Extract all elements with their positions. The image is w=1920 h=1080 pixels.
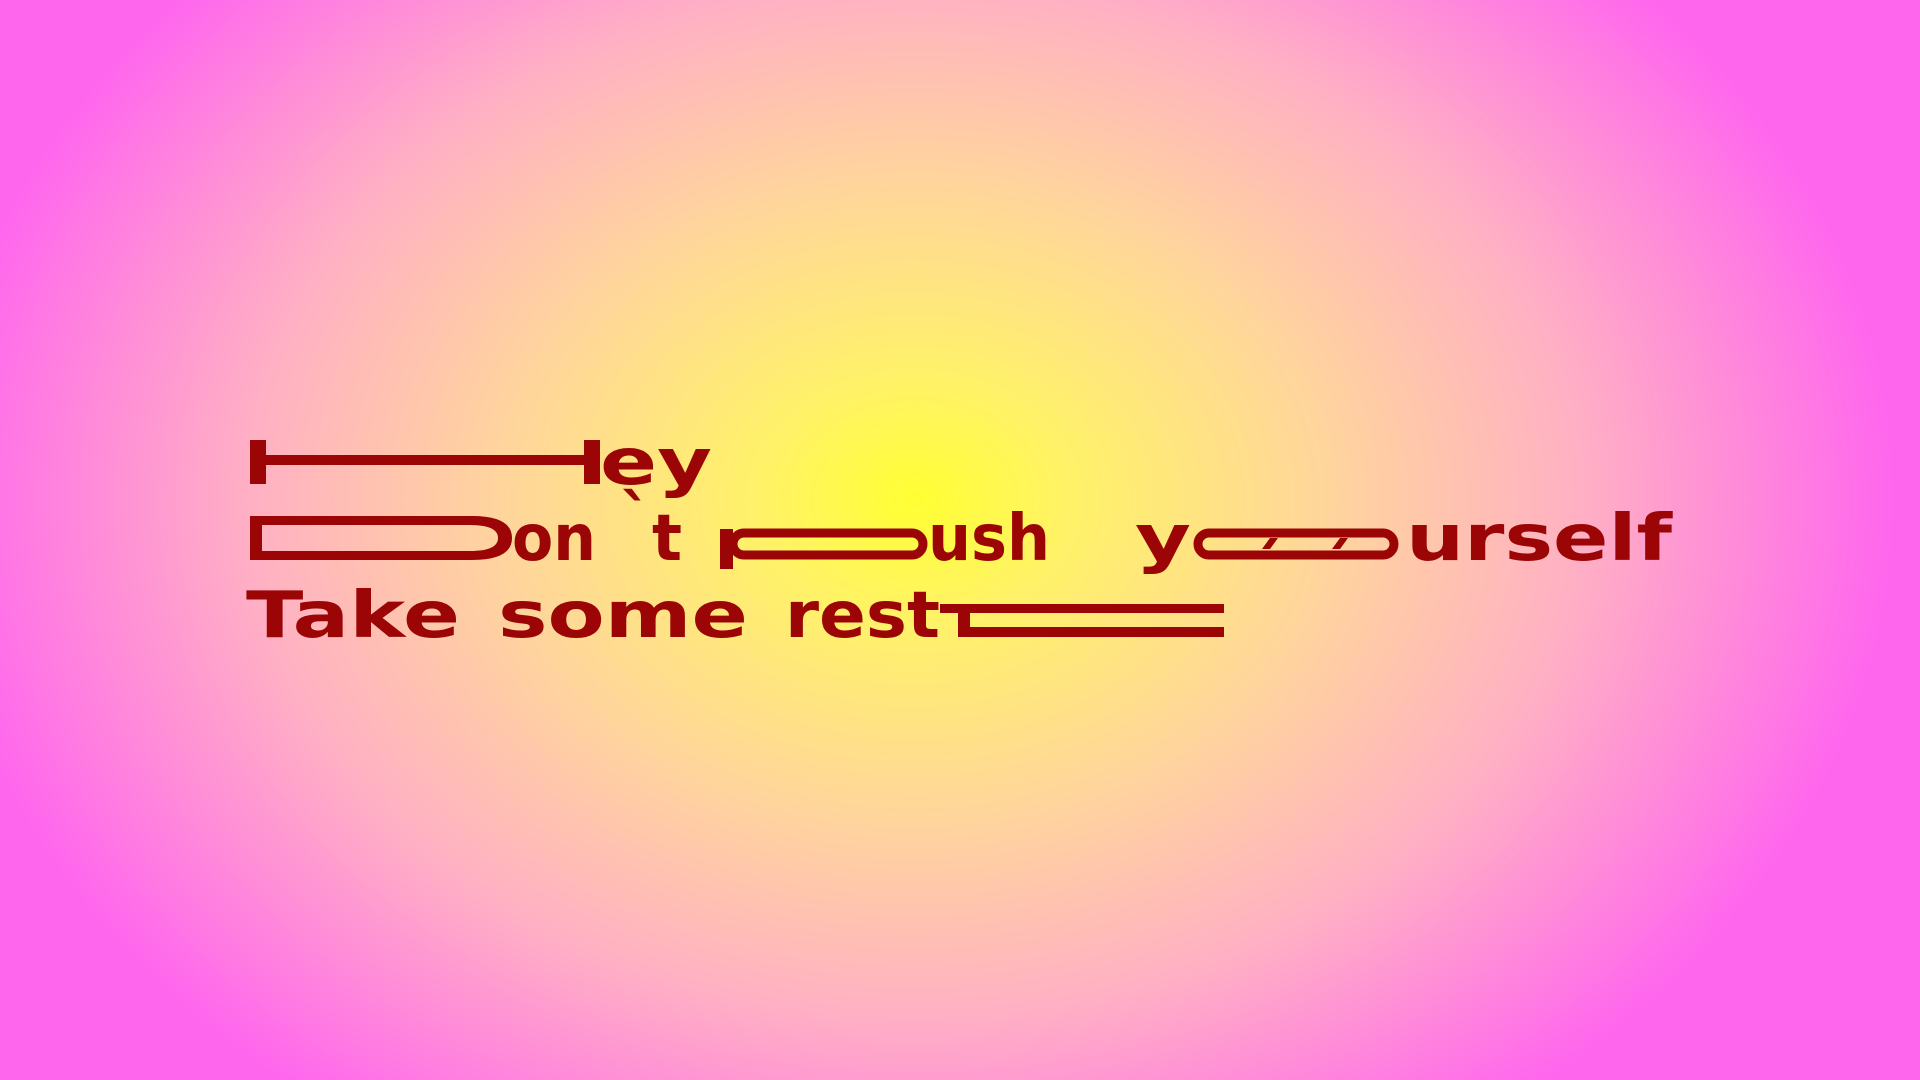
word-t: t	[652, 502, 682, 576]
h-right-stem	[584, 440, 600, 484]
stretched-letter-d	[250, 516, 512, 560]
word-ey: ey	[600, 426, 712, 500]
h-crossbar	[266, 455, 584, 465]
t-bottom-bar	[958, 627, 1224, 637]
o-inner-tick-right	[1332, 538, 1348, 549]
h-left-stem	[250, 440, 266, 484]
stretched-letter-h	[250, 440, 600, 484]
stretched-letter-t	[940, 604, 1224, 637]
line-take-some-rest: Take some rest	[246, 579, 1224, 653]
line-dont-push-yourself: on ` t ush y urself	[250, 482, 1673, 576]
t-stem-join	[958, 604, 970, 637]
letter-y: y	[1135, 502, 1191, 576]
word-urself: urself	[1406, 502, 1673, 576]
word-on: on	[512, 502, 596, 576]
poster: ey on ` t ush y urself Take some rest	[0, 0, 1920, 1080]
word-ush: ush	[928, 502, 1050, 576]
typographic-poster-canvas: ey on ` t ush y urself Take some rest	[246, 426, 1673, 653]
o-inner-tick-left	[1262, 538, 1278, 549]
stretched-letter-o-group	[1193, 528, 1399, 560]
t-top-bar	[940, 604, 1224, 613]
stretched-letter-p	[720, 528, 928, 569]
backtick-apostrophe: `	[620, 482, 652, 556]
word-some: some	[498, 579, 748, 653]
p-stretched-bowl	[728, 528, 928, 560]
word-take: Take	[246, 579, 460, 653]
word-rest: rest	[785, 579, 940, 653]
stretched-o-outline	[1193, 528, 1399, 560]
